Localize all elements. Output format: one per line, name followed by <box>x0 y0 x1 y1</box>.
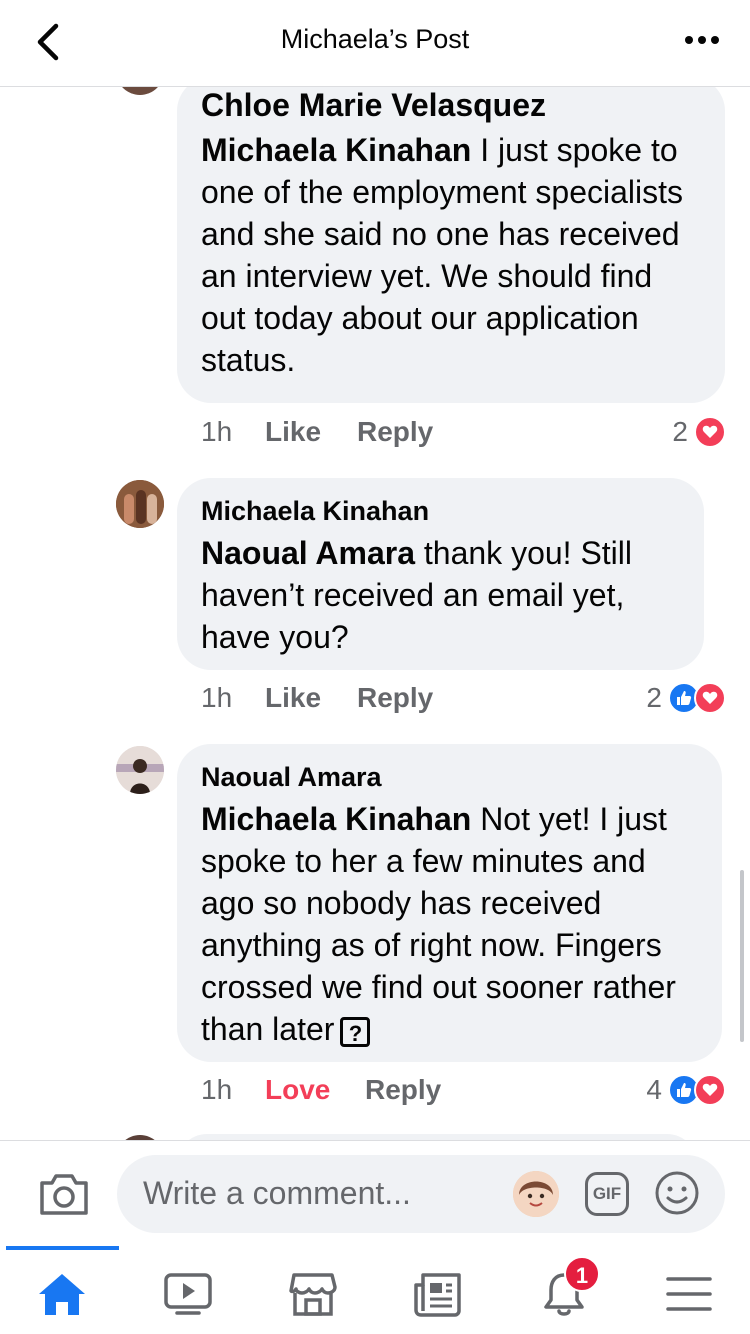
reply-button[interactable]: Reply <box>357 682 433 714</box>
comment-time: 1h <box>201 682 233 713</box>
love-reaction-icon <box>694 682 726 714</box>
love-reaction-icon <box>694 1074 726 1106</box>
top-bar: Michaela’s Post <box>0 0 750 87</box>
more-dots-icon[interactable] <box>684 28 720 52</box>
reaction-count: 2 <box>646 682 662 713</box>
mention-link[interactable]: Michaela Kinahan <box>201 801 471 837</box>
comment-author[interactable]: Michaela Kinahan <box>201 496 429 527</box>
home-icon <box>39 1274 85 1315</box>
comment-time: 1h <box>201 1074 233 1105</box>
comment-bubble: Chloe Marie Velasquez Michaela Kinahan I… <box>177 87 725 403</box>
bottom-nav: 1 <box>0 1246 750 1334</box>
comment-author[interactable]: Naoual Amara <box>201 762 382 793</box>
tab-home[interactable] <box>32 1264 92 1324</box>
comment-bubble: Naoual Amara Michaela Kinahan Not yet! I… <box>177 744 722 1062</box>
hamburger-menu-icon <box>666 1277 712 1311</box>
comment-composer: Write a comment... GIF <box>0 1140 750 1247</box>
comment-body: Not yet! I just spoke to her a few minut… <box>201 801 676 1047</box>
comment-body: I just spoke to one of the employment sp… <box>201 132 684 378</box>
scrollbar[interactable] <box>740 870 744 1042</box>
comment-actions: 1h Love Reply <box>201 1070 441 1110</box>
comment-author[interactable]: Chloe Marie Velasquez <box>201 87 546 124</box>
reply-button[interactable]: Reply <box>357 416 433 448</box>
comment-bubble: Michaela Kinahan Naoual Amara thank you!… <box>177 478 704 670</box>
comment-input[interactable]: Write a comment... GIF <box>117 1155 725 1233</box>
tab-menu[interactable] <box>659 1264 719 1324</box>
like-button[interactable]: Like <box>265 682 357 714</box>
gif-button[interactable]: GIF <box>585 1172 629 1216</box>
reaction-summary[interactable]: 2 <box>672 412 726 452</box>
tab-marketplace[interactable] <box>283 1264 343 1324</box>
love-reaction-icon <box>694 416 726 448</box>
comment-text: Naoual Amara thank you! Still haven’t re… <box>201 532 684 658</box>
comment-actions: 1h Like Reply <box>201 678 433 718</box>
comment-time: 1h <box>201 416 233 447</box>
like-button[interactable]: Like <box>265 416 357 448</box>
avatar[interactable] <box>116 480 164 528</box>
page-title: Michaela’s Post <box>280 24 470 54</box>
love-button[interactable]: Love <box>265 1074 365 1106</box>
tab-notifications[interactable]: 1 <box>534 1256 600 1324</box>
comment-placeholder: Write a comment... <box>143 1175 411 1211</box>
camera-icon[interactable] <box>38 1171 90 1217</box>
mention-link[interactable]: Naoual Amara <box>201 535 415 571</box>
smiley-icon[interactable] <box>654 1170 700 1216</box>
avatar-sticker-icon[interactable] <box>513 1171 559 1217</box>
comments-feed[interactable]: Chloe Marie Velasquez Michaela Kinahan I… <box>0 87 750 1140</box>
notification-badge: 1 <box>564 1256 600 1292</box>
reaction-count: 4 <box>646 1074 662 1105</box>
avatar[interactable] <box>116 746 164 794</box>
comment-text: Michaela Kinahan I just spoke to one of … <box>201 129 705 381</box>
reply-button[interactable]: Reply <box>365 1074 441 1106</box>
comment-actions: 1h Like Reply <box>201 412 433 452</box>
unknown-char-icon: ? <box>340 1016 371 1047</box>
comment-text: Michaela Kinahan Not yet! I just spoke t… <box>201 798 702 1050</box>
video-play-icon <box>164 1273 212 1315</box>
reaction-summary[interactable]: 4 <box>646 1070 726 1110</box>
marketplace-store-icon <box>289 1273 337 1316</box>
reaction-summary[interactable]: 2 <box>646 678 726 718</box>
reaction-count: 2 <box>672 416 688 447</box>
active-tab-indicator <box>6 1246 119 1250</box>
tab-watch[interactable] <box>158 1264 218 1324</box>
avatar[interactable] <box>116 87 164 95</box>
news-feed-icon <box>414 1273 461 1317</box>
mention-link[interactable]: Michaela Kinahan <box>201 132 471 168</box>
tab-news[interactable] <box>408 1264 468 1324</box>
